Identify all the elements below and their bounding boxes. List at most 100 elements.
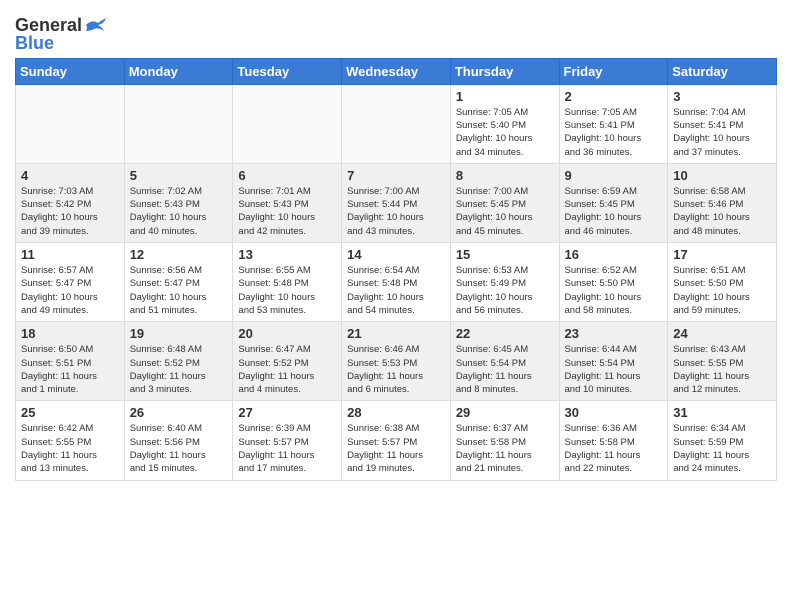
calendar-day-cell: 22Sunrise: 6:45 AM Sunset: 5:54 PM Dayli… bbox=[450, 322, 559, 401]
calendar-day-cell: 7 Sunrise: 7:00 AM Sunset: 5:44 PM Daylig… bbox=[342, 163, 451, 242]
day-number: 1 bbox=[456, 89, 554, 104]
day-info: Sunrise: 6:46 AM Sunset: 5:53 PM Dayligh… bbox=[347, 343, 445, 396]
calendar-week-row: 4 Sunrise: 7:03 AM Sunset: 5:42 PM Daylig… bbox=[16, 163, 777, 242]
day-number: 4 bbox=[21, 168, 119, 183]
calendar-day-cell: 25 Sunrise: 6:42 AM Sunset: 5:55 PM Dayli… bbox=[16, 401, 125, 480]
day-info: Sunrise: 7:05 AM Sunset: 5:40 PM Dayligh… bbox=[456, 106, 554, 159]
day-number: 3 bbox=[673, 89, 771, 104]
calendar-day-cell: 2 Sunrise: 7:05 AM Sunset: 5:41 PM Daylig… bbox=[559, 84, 668, 163]
day-number: 20 bbox=[238, 326, 336, 341]
day-info: Sunrise: 6:56 AM Sunset: 5:47 PM Dayligh… bbox=[130, 264, 228, 317]
calendar-day-cell: 10 Sunrise: 6:58 AM Sunset: 5:46 PM Dayli… bbox=[668, 163, 777, 242]
day-number: 9 bbox=[565, 168, 663, 183]
day-info: Sunrise: 7:00 AM Sunset: 5:44 PM Dayligh… bbox=[347, 185, 445, 238]
day-number: 14 bbox=[347, 247, 445, 262]
day-info: Sunrise: 6:43 AM Sunset: 5:55 PM Dayligh… bbox=[673, 343, 771, 396]
day-number: 27 bbox=[238, 405, 336, 420]
day-info: Sunrise: 7:00 AM Sunset: 5:45 PM Dayligh… bbox=[456, 185, 554, 238]
day-info: Sunrise: 7:05 AM Sunset: 5:41 PM Dayligh… bbox=[565, 106, 663, 159]
day-info: Sunrise: 7:02 AM Sunset: 5:43 PM Dayligh… bbox=[130, 185, 228, 238]
day-info: Sunrise: 6:34 AM Sunset: 5:59 PM Dayligh… bbox=[673, 422, 771, 475]
day-info: Sunrise: 6:58 AM Sunset: 5:46 PM Dayligh… bbox=[673, 185, 771, 238]
day-info: Sunrise: 6:54 AM Sunset: 5:48 PM Dayligh… bbox=[347, 264, 445, 317]
day-number: 25 bbox=[21, 405, 119, 420]
calendar-day-cell bbox=[16, 84, 125, 163]
day-number: 21 bbox=[347, 326, 445, 341]
calendar-day-cell: 20 Sunrise: 6:47 AM Sunset: 5:52 PM Dayli… bbox=[233, 322, 342, 401]
weekday-header-wednesday: Wednesday bbox=[342, 58, 451, 84]
weekday-header-thursday: Thursday bbox=[450, 58, 559, 84]
calendar-table: SundayMondayTuesdayWednesdayThursdayFrid… bbox=[15, 58, 777, 481]
day-number: 16 bbox=[565, 247, 663, 262]
day-info: Sunrise: 6:44 AM Sunset: 5:54 PM Dayligh… bbox=[565, 343, 663, 396]
day-info: Sunrise: 6:57 AM Sunset: 5:47 PM Dayligh… bbox=[21, 264, 119, 317]
day-number: 29 bbox=[456, 405, 554, 420]
day-info: Sunrise: 6:48 AM Sunset: 5:52 PM Dayligh… bbox=[130, 343, 228, 396]
day-number: 5 bbox=[130, 168, 228, 183]
calendar-day-cell: 28Sunrise: 6:38 AM Sunset: 5:57 PM Dayli… bbox=[342, 401, 451, 480]
calendar-day-cell: 17Sunrise: 6:51 AM Sunset: 5:50 PM Dayli… bbox=[668, 243, 777, 322]
day-number: 15 bbox=[456, 247, 554, 262]
day-number: 10 bbox=[673, 168, 771, 183]
day-number: 2 bbox=[565, 89, 663, 104]
day-info: Sunrise: 6:50 AM Sunset: 5:51 PM Dayligh… bbox=[21, 343, 119, 396]
day-number: 6 bbox=[238, 168, 336, 183]
day-number: 28 bbox=[347, 405, 445, 420]
day-number: 19 bbox=[130, 326, 228, 341]
day-info: Sunrise: 6:53 AM Sunset: 5:49 PM Dayligh… bbox=[456, 264, 554, 317]
calendar-day-cell: 29 Sunrise: 6:37 AM Sunset: 5:58 PM Dayli… bbox=[450, 401, 559, 480]
logo-bird-icon bbox=[84, 17, 106, 33]
day-info: Sunrise: 7:01 AM Sunset: 5:43 PM Dayligh… bbox=[238, 185, 336, 238]
day-number: 13 bbox=[238, 247, 336, 262]
day-number: 12 bbox=[130, 247, 228, 262]
calendar-day-cell: 1 Sunrise: 7:05 AM Sunset: 5:40 PM Daylig… bbox=[450, 84, 559, 163]
day-number: 23 bbox=[565, 326, 663, 341]
day-number: 30 bbox=[565, 405, 663, 420]
calendar-day-cell: 14 Sunrise: 6:54 AM Sunset: 5:48 PM Dayli… bbox=[342, 243, 451, 322]
day-info: Sunrise: 6:47 AM Sunset: 5:52 PM Dayligh… bbox=[238, 343, 336, 396]
day-number: 24 bbox=[673, 326, 771, 341]
calendar-day-cell: 19 Sunrise: 6:48 AM Sunset: 5:52 PM Dayli… bbox=[124, 322, 233, 401]
day-info: Sunrise: 6:37 AM Sunset: 5:58 PM Dayligh… bbox=[456, 422, 554, 475]
calendar-week-row: 18 Sunrise: 6:50 AM Sunset: 5:51 PM Dayli… bbox=[16, 322, 777, 401]
day-number: 7 bbox=[347, 168, 445, 183]
calendar-day-cell: 21 Sunrise: 6:46 AM Sunset: 5:53 PM Dayli… bbox=[342, 322, 451, 401]
calendar-day-cell: 26Sunrise: 6:40 AM Sunset: 5:56 PM Dayli… bbox=[124, 401, 233, 480]
day-number: 11 bbox=[21, 247, 119, 262]
calendar-header-row: SundayMondayTuesdayWednesdayThursdayFrid… bbox=[16, 58, 777, 84]
calendar-day-cell: 24 Sunrise: 6:43 AM Sunset: 5:55 PM Dayli… bbox=[668, 322, 777, 401]
calendar-day-cell: 5 Sunrise: 7:02 AM Sunset: 5:43 PM Daylig… bbox=[124, 163, 233, 242]
calendar-day-cell: 15 Sunrise: 6:53 AM Sunset: 5:49 PM Dayli… bbox=[450, 243, 559, 322]
calendar-day-cell: 18 Sunrise: 6:50 AM Sunset: 5:51 PM Dayli… bbox=[16, 322, 125, 401]
calendar-day-cell: 30Sunrise: 6:36 AM Sunset: 5:58 PM Dayli… bbox=[559, 401, 668, 480]
day-info: Sunrise: 6:42 AM Sunset: 5:55 PM Dayligh… bbox=[21, 422, 119, 475]
calendar-day-cell bbox=[233, 84, 342, 163]
weekday-header-sunday: Sunday bbox=[16, 58, 125, 84]
day-info: Sunrise: 6:52 AM Sunset: 5:50 PM Dayligh… bbox=[565, 264, 663, 317]
day-info: Sunrise: 7:04 AM Sunset: 5:41 PM Dayligh… bbox=[673, 106, 771, 159]
calendar-day-cell: 31 Sunrise: 6:34 AM Sunset: 5:59 PM Dayli… bbox=[668, 401, 777, 480]
day-number: 18 bbox=[21, 326, 119, 341]
calendar-day-cell: 13Sunrise: 6:55 AM Sunset: 5:48 PM Dayli… bbox=[233, 243, 342, 322]
weekday-header-friday: Friday bbox=[559, 58, 668, 84]
calendar-day-cell bbox=[342, 84, 451, 163]
day-info: Sunrise: 6:40 AM Sunset: 5:56 PM Dayligh… bbox=[130, 422, 228, 475]
calendar-day-cell: 23 Sunrise: 6:44 AM Sunset: 5:54 PM Dayli… bbox=[559, 322, 668, 401]
day-info: Sunrise: 7:03 AM Sunset: 5:42 PM Dayligh… bbox=[21, 185, 119, 238]
calendar-week-row: 11 Sunrise: 6:57 AM Sunset: 5:47 PM Dayli… bbox=[16, 243, 777, 322]
calendar-day-cell: 8 Sunrise: 7:00 AM Sunset: 5:45 PM Daylig… bbox=[450, 163, 559, 242]
calendar-day-cell: 9Sunrise: 6:59 AM Sunset: 5:45 PM Daylig… bbox=[559, 163, 668, 242]
calendar-day-cell: 12 Sunrise: 6:56 AM Sunset: 5:47 PM Dayli… bbox=[124, 243, 233, 322]
logo: General Blue bbox=[15, 15, 106, 52]
weekday-header-saturday: Saturday bbox=[668, 58, 777, 84]
day-number: 31 bbox=[673, 405, 771, 420]
calendar-day-cell bbox=[124, 84, 233, 163]
weekday-header-tuesday: Tuesday bbox=[233, 58, 342, 84]
calendar-day-cell: 16 Sunrise: 6:52 AM Sunset: 5:50 PM Dayli… bbox=[559, 243, 668, 322]
day-number: 17 bbox=[673, 247, 771, 262]
calendar-day-cell: 27Sunrise: 6:39 AM Sunset: 5:57 PM Dayli… bbox=[233, 401, 342, 480]
weekday-header-monday: Monday bbox=[124, 58, 233, 84]
calendar-week-row: 25 Sunrise: 6:42 AM Sunset: 5:55 PM Dayli… bbox=[16, 401, 777, 480]
day-number: 8 bbox=[456, 168, 554, 183]
calendar-week-row: 1 Sunrise: 7:05 AM Sunset: 5:40 PM Daylig… bbox=[16, 84, 777, 163]
